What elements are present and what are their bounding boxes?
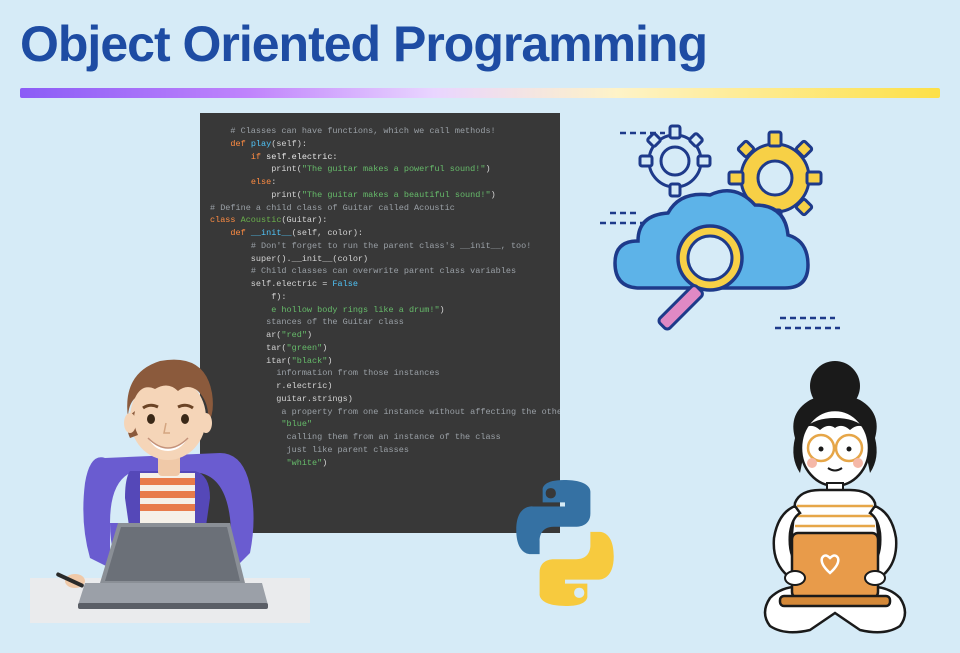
code-line: # Define a child class of Guitar called … xyxy=(210,202,550,215)
page-title: Object Oriented Programming xyxy=(20,15,940,73)
code-line: self.electric = False xyxy=(210,278,550,291)
code-line: def play(self): xyxy=(210,138,550,151)
boy-with-laptop-illustration xyxy=(30,323,310,623)
girl-with-laptop-illustration xyxy=(710,358,960,638)
code-line: f): xyxy=(210,291,550,304)
code-line: class Acoustic(Guitar): xyxy=(210,214,550,227)
code-line: print("The guitar makes a powerful sound… xyxy=(210,163,550,176)
content-area: # Classes can have functions, which we c… xyxy=(0,98,960,618)
code-line: # Child classes can overwrite parent cla… xyxy=(210,265,550,278)
cloud-gears-illustration xyxy=(580,123,860,343)
code-line: if self.electric: xyxy=(210,151,550,164)
code-line: e hollow body rings like a drum!") xyxy=(210,304,550,317)
code-line: # Don't forget to run the parent class's… xyxy=(210,240,550,253)
gradient-divider xyxy=(20,88,940,98)
code-line: # Classes can have functions, which we c… xyxy=(210,125,550,138)
code-line: print("The guitar makes a beautiful soun… xyxy=(210,189,550,202)
python-logo-icon xyxy=(500,478,630,608)
code-line: super().__init__(color) xyxy=(210,253,550,266)
laptop-icon xyxy=(780,533,890,606)
gear-icon xyxy=(640,126,710,196)
code-line: def __init__(self, color): xyxy=(210,227,550,240)
code-line: else: xyxy=(210,176,550,189)
